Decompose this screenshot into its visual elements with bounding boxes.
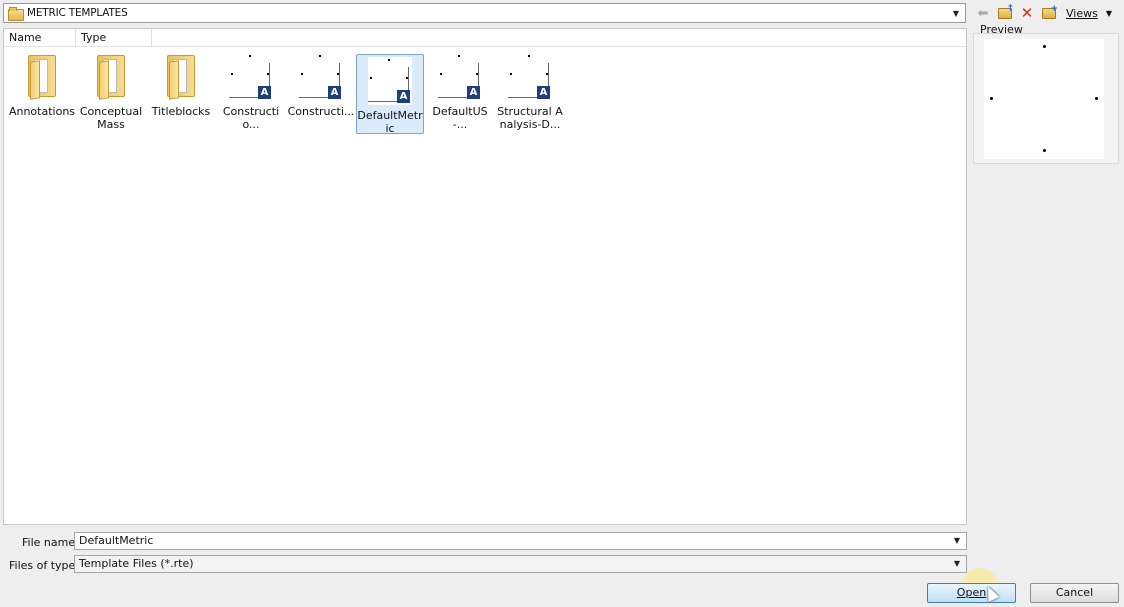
back-arrow-icon[interactable]: ⬅ [972,3,994,23]
template-file-icon: A [299,53,343,101]
files-of-type-value: Template Files (*.rte) [79,557,194,570]
toolbar: ⬅ ↑ ✕ + Views ▼ [972,3,1122,23]
template-file-icon: A [508,53,552,101]
folder-icon [159,53,203,101]
chevron-down-icon: ▼ [1105,8,1112,18]
open-button-label: Open [956,586,987,599]
list-item-defaultus[interactable]: A DefaultUS-... [426,51,494,131]
folder-icon [20,53,64,101]
item-label: Constructi... [287,105,355,118]
item-label: DefaultUS-... [432,105,488,131]
template-file-icon: A [229,53,273,101]
item-label: DefaultMetric [357,109,423,135]
list-item-construction-2[interactable]: A Constructi... [287,51,355,131]
chevron-down-icon[interactable]: ▼ [949,4,963,22]
up-folder-icon[interactable]: ↑ [994,3,1016,23]
item-label: Annotations [8,105,76,118]
list-item-conceptual-mass[interactable]: Conceptual Mass [77,51,145,131]
template-file-icon: A [438,53,482,101]
cancel-button[interactable]: Cancel [1030,583,1119,603]
list-item-structural-analysis[interactable]: A Structural Analysis-D... [496,51,564,131]
item-label: Titleblocks [151,105,211,118]
column-header-type[interactable]: Type [76,29,152,47]
file-name-combobox[interactable]: DefaultMetric ▼ [74,532,967,550]
file-list[interactable]: Name Type Annotations Conceptual Mass Ti… [3,28,967,525]
list-item-titleblocks[interactable]: Titleblocks [147,51,215,131]
list-item-annotations[interactable]: Annotations [8,51,76,131]
preview-image [984,39,1104,159]
cancel-button-label: Cancel [1055,586,1094,599]
item-label: Structural Analysis-D... [497,105,563,131]
chevron-down-icon[interactable]: ▼ [950,556,964,572]
preview-panel [973,33,1119,164]
location-combobox[interactable]: METRIC TEMPLATES ▼ [3,3,966,23]
template-file-icon: A [368,57,412,105]
views-label: Views [1066,6,1098,20]
file-name-label: File name: [22,536,79,549]
chevron-down-icon[interactable]: ▼ [950,533,964,549]
file-name-value: DefaultMetric [79,534,154,547]
delete-icon[interactable]: ✕ [1016,3,1038,23]
folder-icon [89,53,133,101]
views-menu-button[interactable]: Views ▼ [1066,7,1112,20]
folder-icon [8,7,24,21]
open-button[interactable]: Open [927,583,1016,603]
item-label: Conceptual Mass [79,105,143,131]
column-headers: Name Type [4,29,966,47]
location-path: METRIC TEMPLATES [27,7,128,19]
list-item-construction-1[interactable]: A Constructio... [217,51,285,131]
column-header-name[interactable]: Name [4,29,76,47]
new-folder-icon[interactable]: + [1038,3,1060,23]
files-of-type-select[interactable]: Template Files (*.rte) ▼ [74,555,967,573]
list-item-defaultmetric[interactable]: A DefaultMetric [356,54,424,135]
files-of-type-label: Files of type: [9,559,80,572]
item-label: Constructio... [222,105,280,131]
